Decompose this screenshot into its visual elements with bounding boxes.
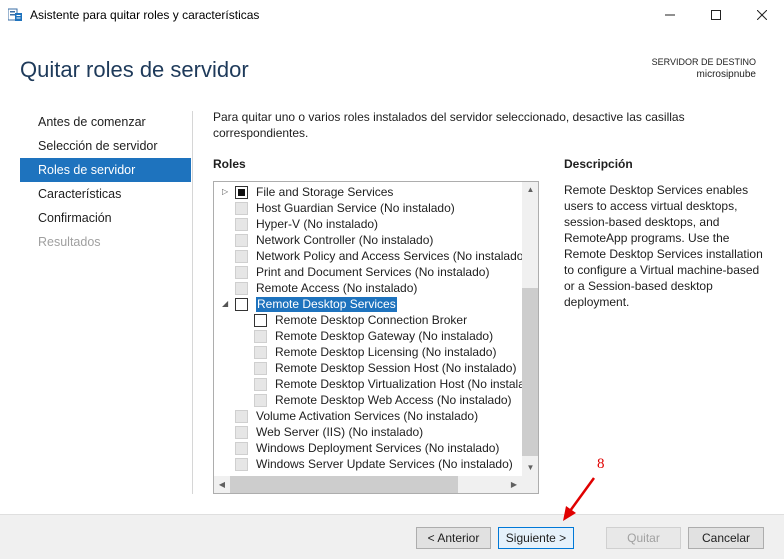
- cancel-button[interactable]: Cancelar: [688, 527, 764, 549]
- description-heading: Descripción: [564, 157, 633, 171]
- annotation-arrow-shaft: [568, 477, 596, 512]
- vertical-scroll-thumb[interactable]: [522, 288, 538, 456]
- role-checkbox: [235, 266, 248, 279]
- role-checkbox: [235, 410, 248, 423]
- role-label: Hyper-V (No instalado): [256, 217, 379, 231]
- minimize-button[interactable]: [647, 0, 693, 30]
- role-row: Volume Activation Services (No instalado…: [214, 408, 522, 424]
- nav-item-confirmacion[interactable]: Confirmación: [20, 206, 191, 230]
- description-text: Remote Desktop Services enables users to…: [564, 183, 763, 309]
- scroll-down-icon[interactable]: ▼: [522, 460, 538, 476]
- role-label: Remote Desktop Session Host (No instalad…: [275, 361, 517, 375]
- maximize-icon: [711, 10, 721, 20]
- page-title: Quitar roles de servidor: [20, 57, 249, 82]
- minimize-icon: [665, 14, 675, 16]
- nav-item-resultados: Resultados: [38, 235, 101, 249]
- role-label[interactable]: Remote Desktop Connection Broker: [275, 313, 467, 328]
- collapse-arrow-icon[interactable]: ◢: [222, 300, 230, 308]
- role-checkbox: [235, 250, 248, 263]
- role-row: Remote Desktop Virtualization Host (No i…: [214, 376, 522, 392]
- role-row: Remote Desktop Gateway (No instalado): [214, 328, 522, 344]
- intro-text: Para quitar uno o varios roles instalado…: [213, 110, 685, 140]
- scrollbar-corner: [522, 476, 538, 493]
- role-label: Network Controller (No instalado): [256, 233, 434, 247]
- role-label[interactable]: File and Storage Services: [256, 185, 393, 200]
- horizontal-scrollbar[interactable]: ◀ ▶: [214, 476, 522, 493]
- role-row: Network Controller (No instalado): [214, 232, 522, 248]
- role-label: Windows Deployment Services (No instalad…: [256, 441, 500, 455]
- role-label: Remote Access (No instalado): [256, 281, 418, 295]
- role-label: Print and Document Services (No instalad…: [256, 265, 490, 279]
- roles-heading: Roles: [213, 157, 246, 171]
- annotation-step-number: 8: [597, 456, 605, 472]
- wizard-navigation: Antes de comenzar Selección de servidor …: [20, 110, 191, 254]
- server-manager-icon: [7, 8, 22, 21]
- next-button[interactable]: Siguiente >: [498, 527, 574, 549]
- role-row: Windows Deployment Services (No instalad…: [214, 440, 522, 456]
- nav-item-caracteristicas[interactable]: Características: [20, 182, 191, 206]
- nav-divider: [192, 111, 193, 494]
- role-label: Host Guardian Service (No instalado): [256, 201, 455, 215]
- scroll-right-icon[interactable]: ▶: [506, 476, 522, 493]
- role-checkbox: [235, 202, 248, 215]
- role-label: Windows Server Update Services (No insta…: [256, 457, 513, 471]
- role-checkbox: [254, 330, 267, 343]
- expand-arrow-icon[interactable]: ▷: [222, 188, 230, 196]
- title-bar: Asistente para quitar roles y caracterís…: [0, 0, 784, 30]
- role-label: Volume Activation Services (No instalado…: [256, 409, 479, 423]
- wizard-footer: < Anterior Siguiente > Quitar Cancelar: [0, 514, 784, 559]
- nav-item-roles-de-servidor[interactable]: Roles de servidor: [20, 158, 191, 182]
- role-checkbox[interactable]: [254, 314, 267, 327]
- role-checkbox: [235, 234, 248, 247]
- remove-button: Quitar: [606, 527, 681, 549]
- role-row[interactable]: Remote Desktop Connection Broker: [214, 312, 522, 328]
- role-row: Remote Desktop Session Host (No instalad…: [214, 360, 522, 376]
- role-row: Windows Server Update Services (No insta…: [214, 456, 522, 472]
- roles-tree-list[interactable]: ▷ File and Storage Services Host Guardian …: [213, 181, 539, 494]
- role-label: Remote Desktop Gateway (No instalado): [275, 329, 494, 343]
- role-checkbox[interactable]: [235, 298, 248, 311]
- role-checkbox: [254, 362, 267, 375]
- role-row: Print and Document Services (No instalad…: [214, 264, 522, 280]
- scroll-left-icon[interactable]: ◀: [214, 476, 230, 493]
- role-row[interactable]: ▷ File and Storage Services: [214, 184, 522, 200]
- role-label: Remote Desktop Virtualization Host (No i…: [275, 377, 522, 391]
- vertical-scrollbar[interactable]: ▲ ▼: [522, 182, 538, 476]
- window-title: Asistente para quitar roles y caracterís…: [30, 8, 260, 22]
- role-checkbox: [235, 458, 248, 471]
- destination-server-label: SERVIDOR DE DESTINO: [651, 57, 756, 67]
- close-icon: [757, 10, 767, 20]
- role-label: Remote Desktop Licensing (No instalado): [275, 345, 497, 359]
- role-row: Remote Desktop Licensing (No instalado): [214, 344, 522, 360]
- close-button[interactable]: [739, 0, 784, 30]
- role-row: Hyper-V (No instalado): [214, 216, 522, 232]
- role-checkbox: [254, 378, 267, 391]
- roles-tree-items: ▷ File and Storage Services Host Guardian …: [214, 184, 522, 476]
- nav-item-antes-de-comenzar[interactable]: Antes de comenzar: [20, 110, 191, 134]
- nav-item-seleccion-de-servidor[interactable]: Selección de servidor: [20, 134, 191, 158]
- scroll-up-icon[interactable]: ▲: [522, 182, 538, 198]
- role-row[interactable]: ◢ Remote Desktop Services: [214, 296, 522, 313]
- role-row: Remote Desktop Web Access (No instalado): [214, 392, 522, 408]
- role-checkbox[interactable]: [235, 186, 248, 199]
- back-button[interactable]: < Anterior: [416, 527, 491, 549]
- maximize-button[interactable]: [693, 0, 739, 30]
- role-label: Web Server (IIS) (No instalado): [256, 425, 424, 439]
- role-label[interactable]: Remote Desktop Services: [255, 296, 398, 313]
- role-checkbox: [235, 218, 248, 231]
- role-checkbox: [235, 282, 248, 295]
- role-row: Network Policy and Access Services (No i…: [214, 248, 522, 264]
- role-row: Web Server (IIS) (No instalado): [214, 424, 522, 440]
- destination-server-name: microsipnube: [696, 69, 756, 80]
- horizontal-scroll-thumb[interactable]: [230, 476, 458, 493]
- role-row: Remote Access (No instalado): [214, 280, 522, 296]
- role-checkbox: [235, 426, 248, 439]
- role-label: Remote Desktop Web Access (No instalado): [275, 393, 512, 407]
- role-label: Network Policy and Access Services (No i…: [256, 249, 522, 263]
- role-row: Host Guardian Service (No instalado): [214, 200, 522, 216]
- role-checkbox: [254, 346, 267, 359]
- role-checkbox: [235, 442, 248, 455]
- role-checkbox: [254, 394, 267, 407]
